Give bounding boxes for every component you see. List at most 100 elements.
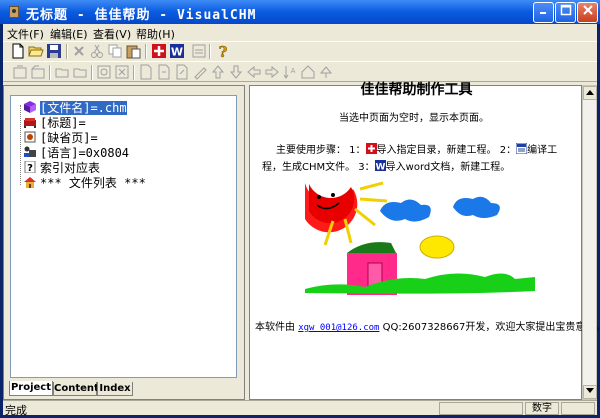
cut-icon[interactable] <box>89 43 105 59</box>
preview-scrollbar[interactable] <box>582 85 597 400</box>
tree-item[interactable]: *** 文件列表 *** <box>23 174 146 190</box>
tree-item-label: [文件名]=.chm <box>40 101 127 115</box>
add-folder-icon[interactable] <box>30 64 46 80</box>
menu-view[interactable]: 查看(V) <box>93 26 131 42</box>
minimize-button[interactable] <box>533 2 554 23</box>
menu-help[interactable]: 帮助(H) <box>136 26 175 42</box>
steps-text: 导入指定目录，新建工程。 2： <box>376 145 517 156</box>
minimize-icon <box>539 12 546 14</box>
menu-bar: 文件(F) 编辑(E) 查看(V) 帮助(H) <box>3 24 597 41</box>
arrow-up-icon[interactable] <box>210 64 226 80</box>
steps-text: 导入word文档，新建工程。 <box>385 162 511 173</box>
footer-text: QQ:2607328667开发，欢迎大家提出宝贵意见。 <box>379 322 600 333</box>
settings-icon[interactable] <box>96 64 112 80</box>
save-icon[interactable] <box>46 43 62 59</box>
tree-item[interactable]: [标题]= <box>23 114 86 130</box>
home-icon[interactable] <box>300 64 316 80</box>
tree-connector <box>20 105 21 185</box>
app-icon <box>9 6 19 18</box>
steps-text: 主要使用步骤： 1： <box>276 145 366 156</box>
tree-item[interactable]: [缺省页]= <box>23 129 98 145</box>
compile-icon <box>516 143 528 154</box>
illustration <box>305 181 535 295</box>
arrow-left-icon[interactable] <box>246 64 262 80</box>
svg-text:W: W <box>171 46 183 59</box>
author-email-link[interactable]: xgw_001@126.com <box>298 323 379 333</box>
page-icon[interactable] <box>138 64 154 80</box>
word-import-icon[interactable]: W <box>169 43 185 59</box>
tree-item[interactable]: ? 索引对应表 <box>23 159 101 175</box>
tree-item-label: 索引对应表 <box>40 161 101 175</box>
menu-file[interactable]: 文件(F) <box>7 26 44 42</box>
tab-project[interactable]: Project <box>9 381 53 396</box>
cloud-left <box>380 199 431 222</box>
close-icon <box>582 5 593 15</box>
scroll-down-button[interactable] <box>583 385 597 399</box>
tree-item-label: *** 文件列表 *** <box>40 176 146 190</box>
toolbar-separator <box>133 65 135 80</box>
svg-text:A: A <box>291 67 296 75</box>
language-icon <box>24 146 36 157</box>
grass <box>305 273 535 294</box>
page-subtitle: 当选中页面为空时，显示本页面。 <box>339 113 489 124</box>
scroll-up-button[interactable] <box>583 86 597 100</box>
page-export-icon[interactable] <box>174 64 190 80</box>
maximize-icon <box>560 4 571 16</box>
status-bar: 完成 数字 <box>3 400 597 417</box>
compile-icon[interactable] <box>191 43 207 59</box>
status-panel-empty <box>439 402 523 415</box>
steps-line-2: 程，生成CHM文件。 3： W 导入word文档，新建工程。 <box>262 158 510 173</box>
arrow-down-icon[interactable] <box>228 64 244 80</box>
house-icon <box>24 177 36 188</box>
cloud-right <box>453 196 500 218</box>
numlock-indicator: 数字 <box>525 402 559 415</box>
new-file-icon[interactable] <box>10 43 26 59</box>
page-copy-icon[interactable] <box>156 64 172 80</box>
tree-item[interactable]: [文件名]=.chm <box>23 99 127 115</box>
sort-icon[interactable]: A <box>282 64 298 80</box>
tree-item[interactable]: [语言]=0x0804 <box>23 144 130 160</box>
remove-icon[interactable] <box>114 64 130 80</box>
folder-icon[interactable] <box>54 64 70 80</box>
paste-icon[interactable] <box>125 43 141 59</box>
book-icon <box>24 101 36 113</box>
import-directory-icon[interactable] <box>151 43 167 59</box>
window-title: 无标题 - 佳佳帮助 - VisualCHM <box>26 8 257 23</box>
import-directory-icon <box>365 143 377 154</box>
tab-index[interactable]: Index <box>97 382 133 396</box>
project-pane: [文件名]=.chm [标题]= [缺省页]= [语言]=0x0804 ? 索引对… <box>3 85 245 400</box>
project-tree[interactable]: [文件名]=.chm [标题]= [缺省页]= [语言]=0x0804 ? 索引对… <box>10 95 237 378</box>
delete-icon[interactable] <box>71 43 87 59</box>
pen-icon[interactable] <box>192 64 208 80</box>
scroll-up-icon <box>586 90 594 95</box>
title-bar[interactable]: 无标题 - 佳佳帮助 - VisualCHM <box>0 0 600 24</box>
toolbar-separator <box>91 65 93 80</box>
word-import-icon: W <box>374 160 386 172</box>
status-text: 完成 <box>5 404 27 417</box>
toolbar-separator <box>66 44 68 59</box>
lemon <box>419 235 455 259</box>
main-toolbar: W ? <box>3 41 597 60</box>
up-level-icon[interactable] <box>318 64 334 80</box>
svg-text:?: ? <box>219 43 228 59</box>
sun <box>305 181 388 246</box>
scroll-down-icon <box>586 388 594 393</box>
open-folder-icon[interactable] <box>28 43 44 59</box>
menu-edit[interactable]: 编辑(E) <box>50 26 88 42</box>
preview-pane: 佳佳帮助制作工具 当选中页面为空时，显示本页面。 主要使用步骤： 1： 导入指定目… <box>249 82 600 400</box>
page-icon <box>24 131 36 143</box>
tab-content[interactable]: Content <box>53 382 99 396</box>
copy-icon[interactable] <box>107 43 123 59</box>
toolbar-separator <box>145 44 147 59</box>
arrow-right-icon[interactable] <box>264 64 280 80</box>
footer-line: 本软件由 xgw_001@126.com QQ:2607328667开发，欢迎大… <box>255 318 600 333</box>
help-icon[interactable]: ? <box>215 43 231 59</box>
tree-item-label: [缺省页]= <box>40 131 98 145</box>
folder-open-icon[interactable] <box>72 64 88 80</box>
svg-text:?: ? <box>27 163 33 173</box>
add-page-icon[interactable] <box>12 64 28 80</box>
tree-item-label: [语言]=0x0804 <box>40 146 130 160</box>
maximize-button[interactable] <box>555 2 576 23</box>
close-button[interactable] <box>577 2 598 23</box>
svg-text:W: W <box>375 163 385 172</box>
